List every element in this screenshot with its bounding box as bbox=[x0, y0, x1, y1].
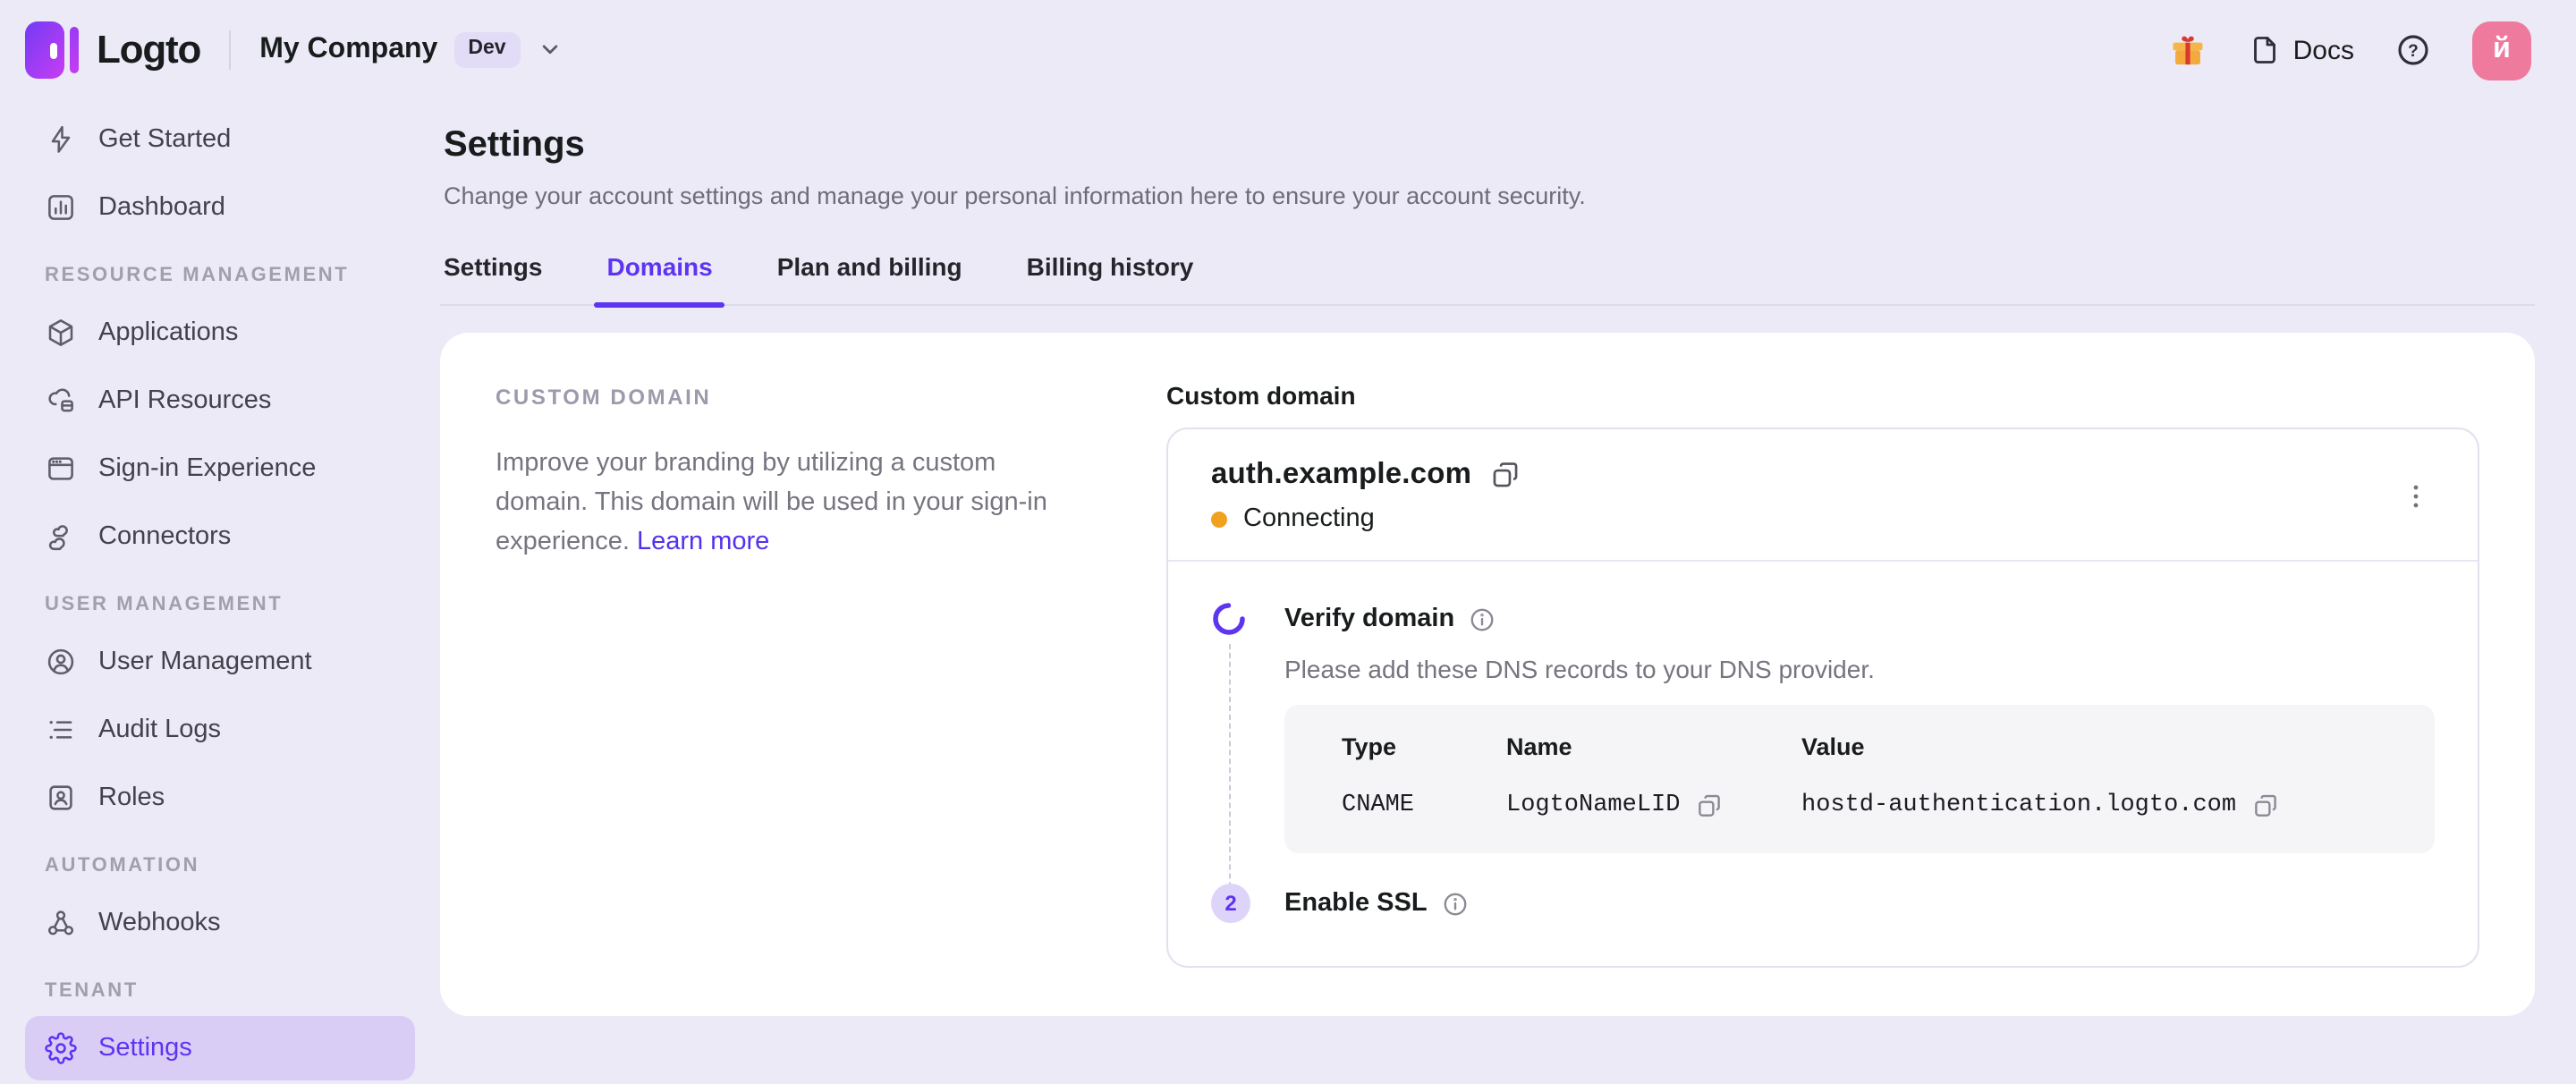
sidebar-item-user-management[interactable]: User Management bbox=[25, 630, 415, 694]
info-icon[interactable] bbox=[1442, 890, 1469, 917]
docs-button[interactable]: Docs bbox=[2249, 34, 2354, 66]
copy-icon[interactable] bbox=[1696, 792, 1723, 819]
sidebar-item-api-resources[interactable]: API Resources bbox=[25, 368, 415, 433]
sidebar-item-roles[interactable]: Roles bbox=[25, 766, 415, 830]
sidebar-item-connectors[interactable]: Connectors bbox=[25, 504, 415, 569]
sidebar-item-label: Audit Logs bbox=[98, 716, 221, 744]
connector-icon bbox=[45, 521, 77, 553]
sidebar-item-label: Sign-in Experience bbox=[98, 454, 316, 483]
topbar-actions: Docs ? й bbox=[2168, 21, 2531, 80]
sidebar-item-label: Connectors bbox=[98, 522, 231, 551]
sidebar-item-get-started[interactable]: Get Started bbox=[25, 107, 415, 172]
browser-window-icon bbox=[45, 453, 77, 485]
sidebar-section-resource-management: RESOURCE MANAGEMENT bbox=[45, 265, 415, 286]
sidebar-section-user-management: USER MANAGEMENT bbox=[45, 594, 415, 615]
tab-bar: Settings Domains Plan and billing Billin… bbox=[440, 252, 2535, 306]
bar-chart-icon bbox=[45, 191, 77, 224]
list-icon bbox=[45, 714, 77, 746]
main-content: Settings Change your account settings an… bbox=[440, 100, 2576, 1016]
copy-icon[interactable] bbox=[1489, 460, 1520, 490]
custom-domain-intro: CUSTOM DOMAIN Improve your branding by u… bbox=[496, 377, 1079, 968]
step-title: Verify domain bbox=[1284, 605, 1454, 633]
dns-record-value: hostd-authentication.logto.com bbox=[1801, 792, 2236, 819]
sidebar-item-label: Dashboard bbox=[98, 193, 225, 222]
step-description: Please add these DNS records to your DNS… bbox=[1284, 655, 2435, 683]
domain-card-header: auth.example.com Connecting bbox=[1168, 429, 2478, 560]
info-icon[interactable] bbox=[1469, 606, 1496, 632]
sidebar-item-audit-logs[interactable]: Audit Logs bbox=[25, 698, 415, 762]
column-header-name: Name bbox=[1506, 733, 1801, 760]
tab-plan-and-billing[interactable]: Plan and billing bbox=[777, 252, 962, 304]
custom-domain-panel: Custom domain auth.example.com bbox=[1166, 377, 2479, 968]
learn-more-link[interactable]: Learn more bbox=[637, 528, 769, 556]
dns-record-type: CNAME bbox=[1342, 792, 1506, 819]
domain-card: auth.example.com Connecting bbox=[1166, 428, 2479, 968]
section-description: Improve your branding by utilizing a cus… bbox=[496, 449, 1047, 556]
spinner-icon bbox=[1211, 601, 1284, 637]
chevron-down-icon bbox=[537, 37, 564, 64]
sidebar-section-tenant: TENANT bbox=[45, 980, 415, 1002]
env-badge: Dev bbox=[453, 32, 520, 68]
page-subtitle: Change your account settings and manage … bbox=[444, 182, 2535, 209]
docs-label: Docs bbox=[2293, 35, 2354, 65]
logto-logo-icon bbox=[25, 21, 79, 79]
gear-icon bbox=[45, 1032, 77, 1064]
topbar: Logto My Company Dev bbox=[0, 0, 2576, 100]
panel-label: Custom domain bbox=[1166, 381, 2479, 410]
sidebar-item-label: Webhooks bbox=[98, 909, 221, 937]
sidebar-item-label: Get Started bbox=[98, 125, 231, 154]
section-title: CUSTOM DOMAIN bbox=[496, 385, 1079, 410]
step-enable-ssl: 2 Enable SSL bbox=[1211, 884, 2435, 923]
copy-icon[interactable] bbox=[2252, 792, 2279, 819]
sidebar-item-label: API Resources bbox=[98, 386, 271, 415]
avatar[interactable]: й bbox=[2472, 21, 2531, 80]
domain-verification-steps: Verify domain Please add these DNS recor… bbox=[1168, 560, 2478, 966]
id-card-icon bbox=[45, 782, 77, 814]
help-circle-icon[interactable]: ? bbox=[2395, 32, 2431, 68]
cube-icon bbox=[45, 317, 77, 349]
step-connector-line bbox=[1229, 644, 1231, 905]
tenant-name: My Company bbox=[259, 34, 437, 66]
lightning-icon bbox=[45, 123, 77, 156]
sidebar-item-applications[interactable]: Applications bbox=[25, 301, 415, 365]
sidebar: Get Started Dashboard RESOURCE MANAGEMEN… bbox=[0, 100, 440, 1084]
sidebar-item-dashboard[interactable]: Dashboard bbox=[25, 175, 415, 240]
sidebar-section-automation: AUTOMATION bbox=[45, 855, 415, 877]
brand-name: Logto bbox=[97, 27, 200, 73]
gift-icon[interactable] bbox=[2168, 30, 2207, 70]
webhook-icon bbox=[45, 907, 77, 939]
step-number-badge: 2 bbox=[1211, 884, 1250, 923]
sidebar-item-label: Roles bbox=[98, 783, 165, 812]
document-icon bbox=[2249, 34, 2281, 66]
step-verify-domain: Verify domain bbox=[1211, 601, 2435, 637]
status-label: Connecting bbox=[1243, 504, 1375, 533]
dns-record-name: LogtoNameLID bbox=[1506, 792, 1680, 819]
tab-domains[interactable]: Domains bbox=[606, 252, 712, 304]
column-header-value: Value bbox=[1801, 733, 2377, 760]
dns-records-table: Type Name Value CNAME LogtoNameLID bbox=[1284, 705, 2435, 853]
sidebar-item-label: Settings bbox=[98, 1034, 192, 1063]
custom-domain-card: CUSTOM DOMAIN Improve your branding by u… bbox=[440, 333, 2535, 1016]
column-header-type: Type bbox=[1342, 733, 1506, 760]
tab-settings[interactable]: Settings bbox=[444, 252, 542, 304]
sidebar-item-label: User Management bbox=[98, 648, 312, 676]
sidebar-item-sign-in-experience[interactable]: Sign-in Experience bbox=[25, 436, 415, 501]
step-title: Enable SSL bbox=[1284, 889, 1428, 918]
page-title: Settings bbox=[444, 125, 2535, 166]
sidebar-item-settings[interactable]: Settings bbox=[25, 1016, 415, 1080]
table-row: CNAME LogtoNameLID hostd-authenticatio bbox=[1342, 792, 2377, 819]
domain-name: auth.example.com bbox=[1211, 458, 1471, 492]
status-dot bbox=[1211, 511, 1227, 527]
logto-logo[interactable]: Logto bbox=[25, 21, 200, 79]
tab-billing-history[interactable]: Billing history bbox=[1027, 252, 1194, 304]
user-circle-icon bbox=[45, 646, 77, 678]
cloud-box-icon bbox=[45, 385, 77, 417]
divider bbox=[229, 30, 231, 70]
more-actions-button[interactable] bbox=[2390, 473, 2442, 518]
sidebar-item-webhooks[interactable]: Webhooks bbox=[25, 891, 415, 955]
tenant-selector[interactable]: My Company Dev bbox=[259, 32, 563, 68]
svg-text:?: ? bbox=[2408, 42, 2419, 61]
sidebar-item-label: Applications bbox=[98, 318, 238, 347]
